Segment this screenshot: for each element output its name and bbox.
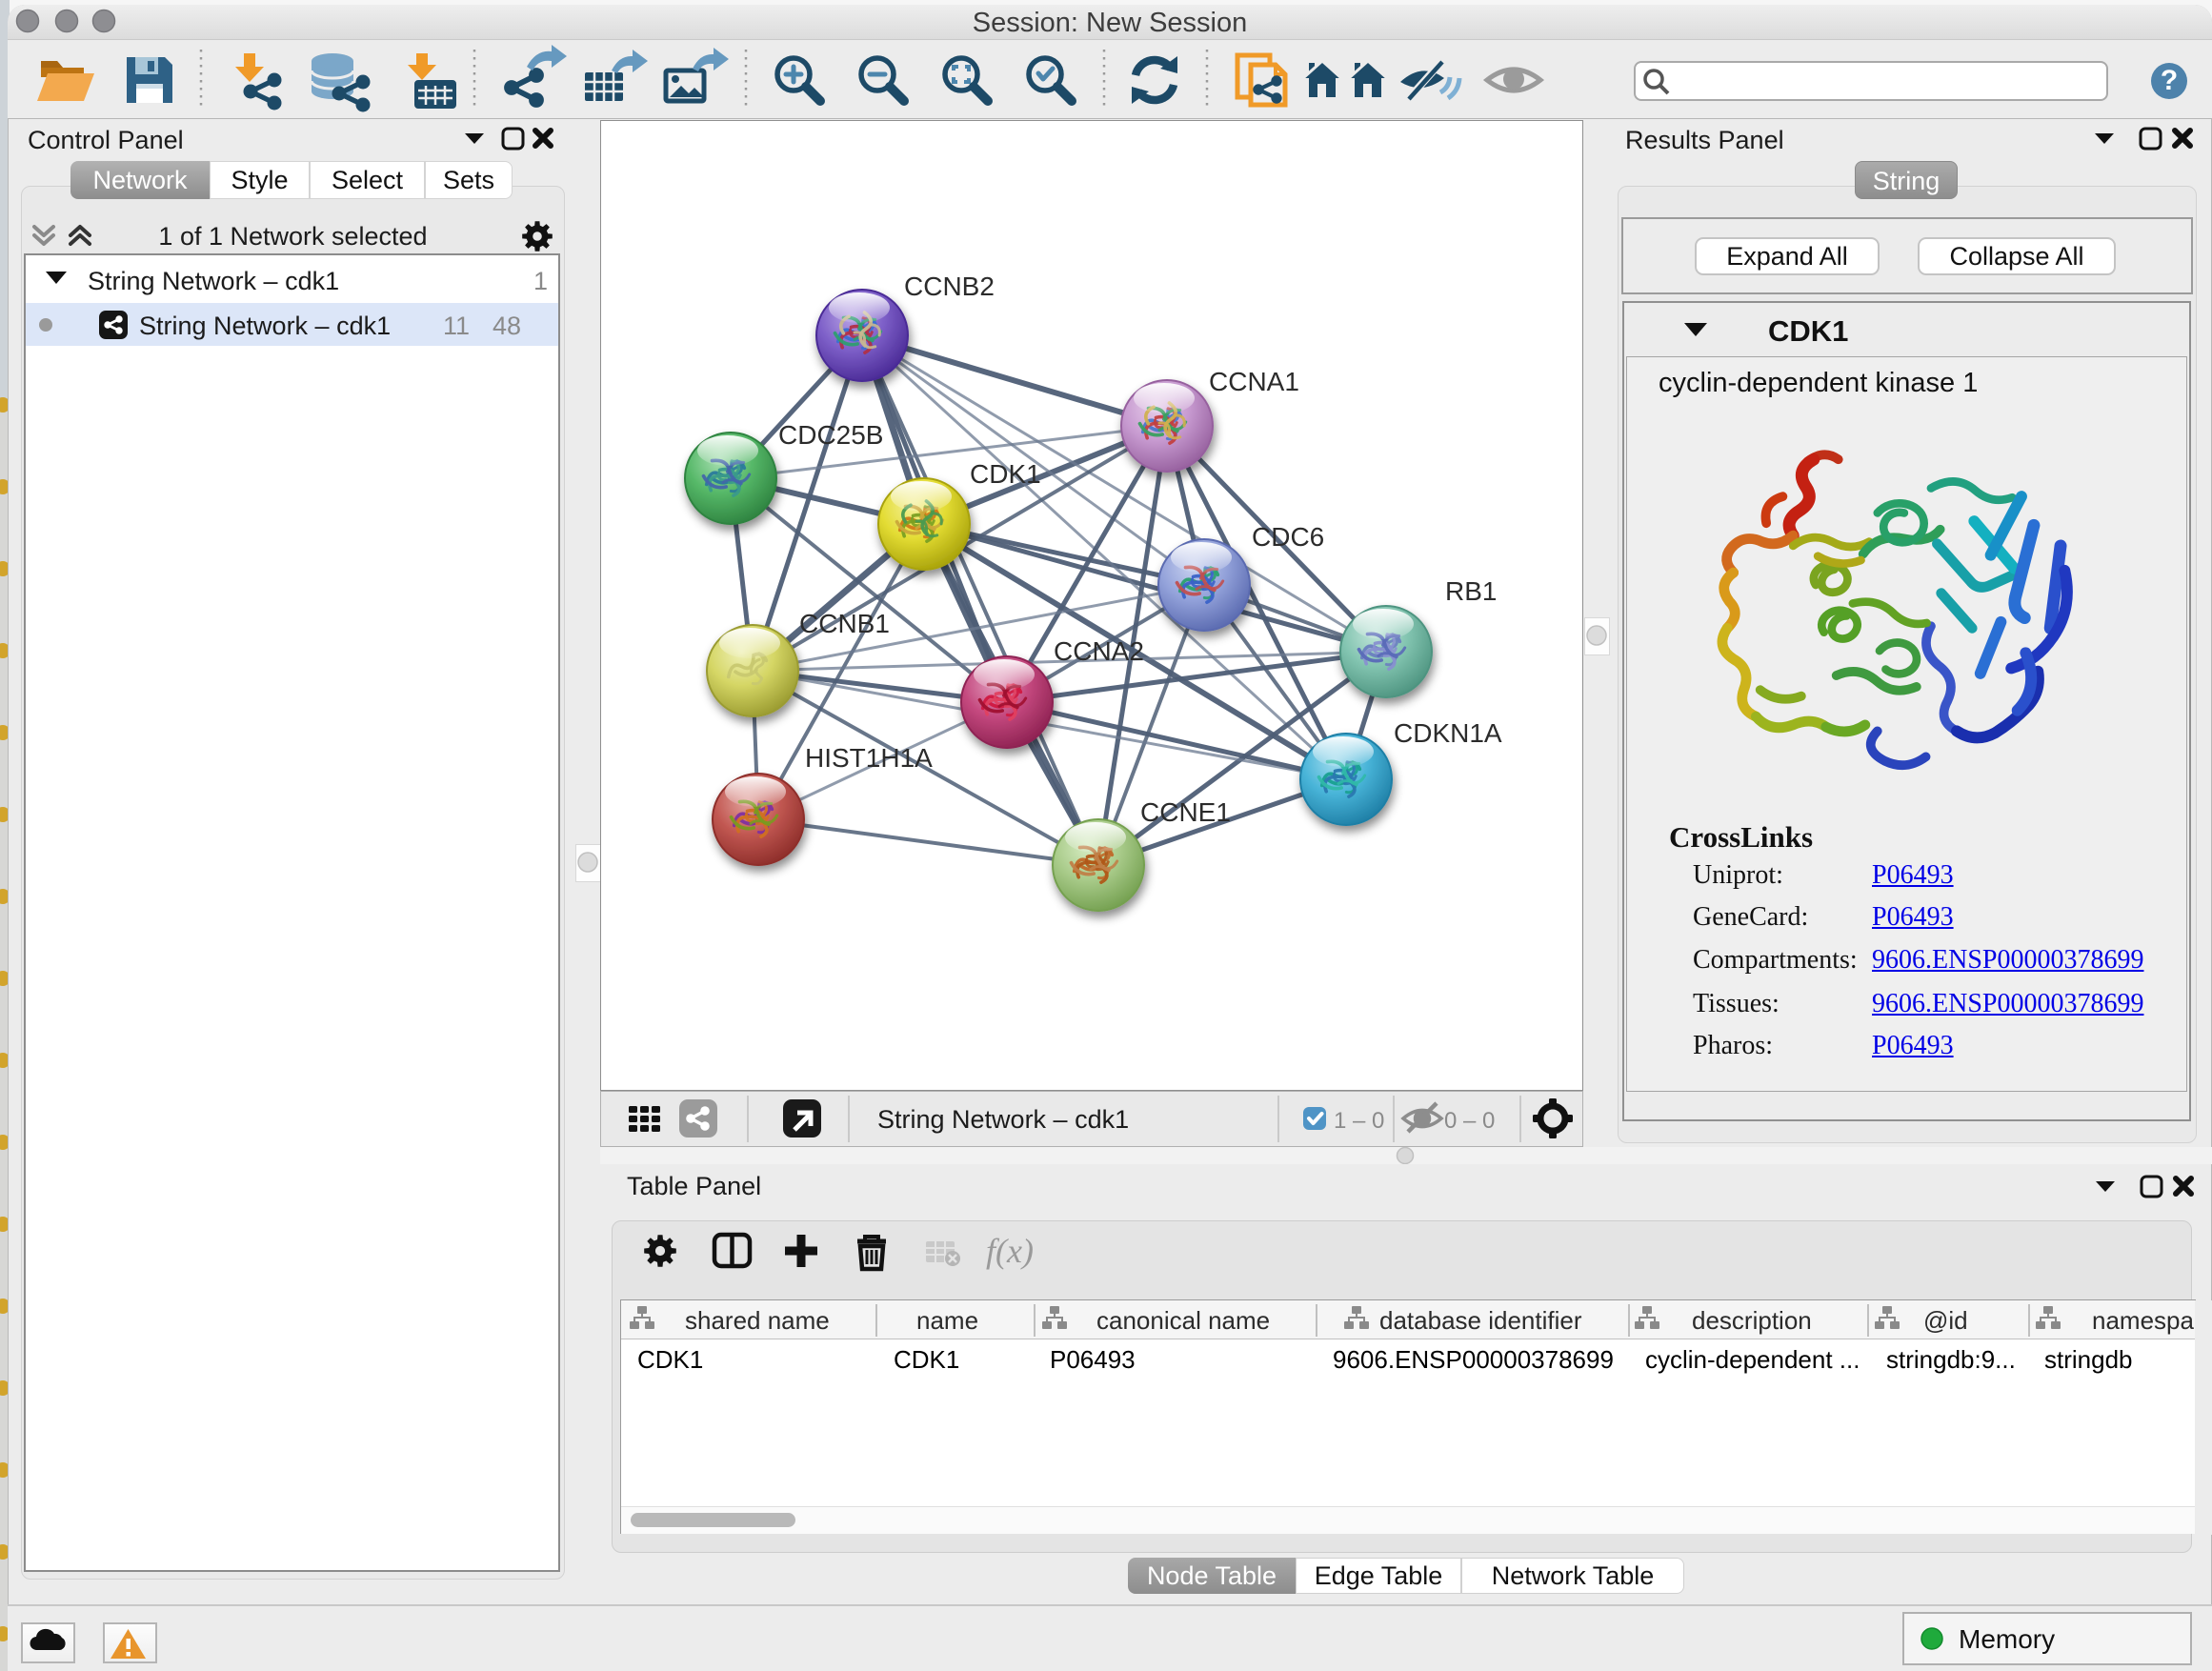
svg-text:RB1: RB1 — [1445, 576, 1497, 606]
svg-text:CCNB2: CCNB2 — [904, 272, 995, 301]
svg-text:CCNB1: CCNB1 — [799, 609, 890, 638]
svg-text:CDK1: CDK1 — [970, 459, 1041, 489]
svg-text:CCNA1: CCNA1 — [1209, 367, 1299, 396]
svg-text:CDKN1A: CDKN1A — [1394, 718, 1502, 748]
svg-text:CDC25B: CDC25B — [778, 420, 883, 450]
svg-text:CCNE1: CCNE1 — [1140, 797, 1231, 827]
svg-text:CCNA2: CCNA2 — [1054, 636, 1144, 666]
svg-text:CDC6: CDC6 — [1252, 522, 1324, 552]
svg-text:HIST1H1A: HIST1H1A — [805, 743, 933, 773]
